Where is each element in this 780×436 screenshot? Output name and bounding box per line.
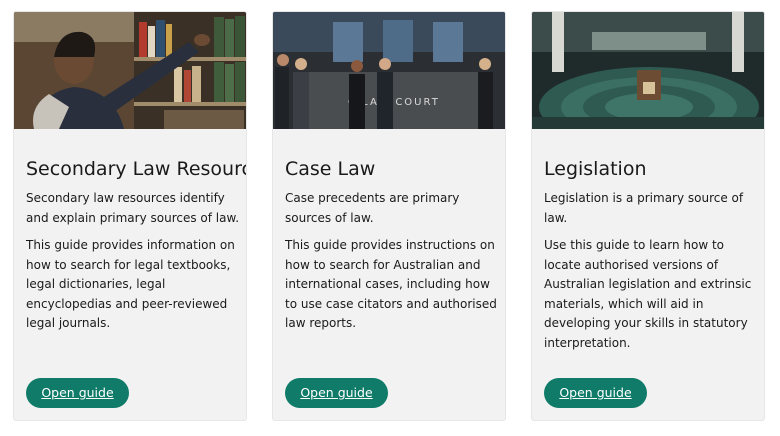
card-description: Legislation is a primary source of law. … bbox=[544, 189, 758, 361]
card-description: Case precedents are primary sources of l… bbox=[285, 189, 499, 342]
card-title: Legislation bbox=[544, 158, 647, 180]
open-guide-button[interactable]: Open guide bbox=[26, 378, 129, 408]
guide-cards: Secondary Law Resources Secondary law re… bbox=[13, 11, 767, 421]
open-guide-button[interactable]: Open guide bbox=[285, 378, 388, 408]
card-title: Case Law bbox=[285, 158, 376, 180]
card-paragraph: Case precedents are primary sources of l… bbox=[285, 191, 460, 225]
open-guide-button[interactable]: Open guide bbox=[544, 378, 647, 408]
library-photo bbox=[14, 12, 246, 129]
card-paragraph: This guide provides information on how t… bbox=[26, 238, 235, 330]
parliament-chamber-photo bbox=[532, 12, 764, 129]
card-description: Secondary law resources identify and exp… bbox=[26, 189, 240, 342]
card-paragraph: Legislation is a primary source of law. bbox=[544, 191, 744, 225]
card-image-parliament bbox=[532, 12, 764, 129]
law-courts-photo: C LAW COURT bbox=[273, 12, 505, 129]
card-paragraph: Secondary law resources identify and exp… bbox=[26, 191, 240, 225]
card-image-law-courts: C LAW COURT bbox=[273, 12, 505, 129]
card-image-library bbox=[14, 12, 246, 129]
card-legislation: Legislation Legislation is a primary sou… bbox=[531, 11, 765, 421]
card-case-law: C LAW COURT Case Law Case precedents are… bbox=[272, 11, 506, 421]
card-paragraph: Use this guide to learn how to locate au… bbox=[544, 238, 752, 350]
card-title: Secondary Law Resources bbox=[26, 158, 246, 180]
card-secondary-law-resources: Secondary Law Resources Secondary law re… bbox=[13, 11, 247, 421]
card-paragraph: This guide provides instructions on how … bbox=[285, 238, 497, 330]
